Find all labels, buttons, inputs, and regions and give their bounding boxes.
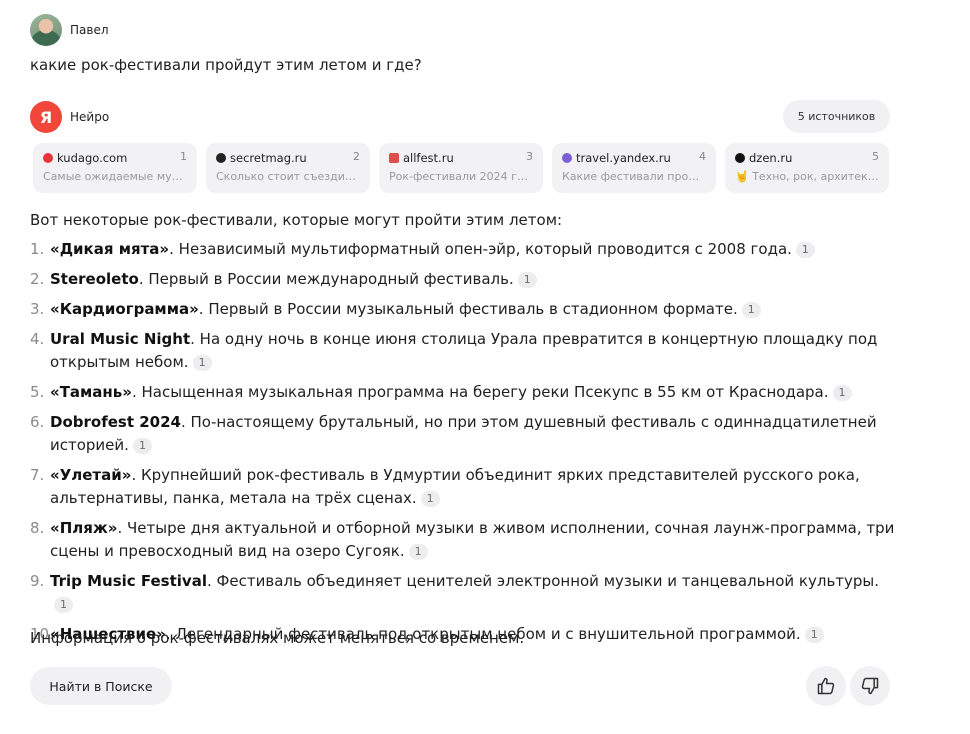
item-text: . Крупнейший рок-фестиваль в Удмуртии об… xyxy=(50,466,860,507)
dislike-button[interactable] xyxy=(850,666,890,706)
item-number: 7. xyxy=(30,466,45,484)
dzen-favicon-icon xyxy=(735,153,745,163)
bot-name: Нейро xyxy=(70,110,110,124)
item-title: «Дикая мята» xyxy=(50,240,170,258)
citation-badge[interactable]: 1 xyxy=(832,385,852,401)
item-title: «Тамань» xyxy=(50,383,132,401)
thumbs-down-icon xyxy=(861,677,879,695)
list-item: 5. «Тамань». Насыщенная музыкальная прогр… xyxy=(30,381,900,404)
item-text: . Фестиваль объединяет ценителей электро… xyxy=(206,572,880,590)
neuro-logo-icon: Я xyxy=(30,101,62,133)
sources-count-button[interactable]: 5 источников xyxy=(783,100,890,133)
item-title: «Пляж» xyxy=(50,519,118,537)
citation-badge[interactable]: 1 xyxy=(741,302,761,318)
item-text: . Насыщенная музыкальная программа на бе… xyxy=(131,383,829,401)
list-item: 1. «Дикая мята». Независимый мультиформат… xyxy=(30,238,900,261)
source-site: dzen.ru xyxy=(749,151,793,165)
citation-badge[interactable]: 1 xyxy=(795,242,815,258)
source-description: Рок-фестивали 2024 года в России xyxy=(389,170,533,183)
item-number: 6. xyxy=(30,413,45,431)
list-item: 3. «Кардиограмма». Первый в России музыка… xyxy=(30,298,900,321)
source-number: 1 xyxy=(180,150,187,163)
item-number: 9. xyxy=(30,572,45,590)
source-card[interactable]: travel.yandex.ru 4 Какие фестивали пройд… xyxy=(552,143,716,193)
item-number: 4. xyxy=(30,330,45,348)
user-question: какие рок-фестивали пройдут этим летом и… xyxy=(30,56,422,74)
allfest-favicon-icon xyxy=(389,153,399,163)
item-text: . Независимый мультиформатный опен-эйр, … xyxy=(169,240,792,258)
source-card[interactable]: kudago.com 1 Самые ожидаемые музыкальные… xyxy=(33,143,197,193)
festival-list: 1. «Дикая мята». Независимый мультиформат… xyxy=(30,238,900,653)
citation-badge[interactable]: 1 xyxy=(132,438,152,454)
citation-badge[interactable]: 1 xyxy=(420,491,440,507)
item-number: 1. xyxy=(30,240,45,258)
list-item: 2. Stereoleto. Первый в России международ… xyxy=(30,268,900,291)
user-header: Павел xyxy=(30,14,109,46)
item-number: 8. xyxy=(30,519,45,537)
item-title: Ural Music Night xyxy=(50,330,191,348)
source-description: Какие фестивали пройдут этим летом xyxy=(562,170,706,183)
list-item: 6. Dobrofest 2024. По-настоящему брутальн… xyxy=(30,411,900,457)
item-number: 5. xyxy=(30,383,45,401)
item-title: Trip Music Festival xyxy=(50,572,207,590)
source-number: 2 xyxy=(353,150,360,163)
item-title: «Кардиограмма» xyxy=(50,300,199,318)
source-description: 🤘 Техно, рок, архитектура xyxy=(735,170,879,183)
source-site: travel.yandex.ru xyxy=(576,151,671,165)
list-item: 8. «Пляж». Четыре дня актуальной и отборн… xyxy=(30,517,900,563)
source-number: 4 xyxy=(699,150,706,163)
like-button[interactable] xyxy=(806,666,846,706)
item-title: «Улетай» xyxy=(50,466,132,484)
citation-badge[interactable]: 1 xyxy=(192,355,212,371)
kudago-favicon-icon xyxy=(43,153,53,163)
item-title: Stereoleto xyxy=(50,270,139,288)
sources-list: kudago.com 1 Самые ожидаемые музыкальные… xyxy=(33,143,889,193)
citation-badge[interactable]: 1 xyxy=(408,544,428,560)
item-text: . Первый в России музыкальный фестиваль … xyxy=(198,300,738,318)
list-item: 9. Trip Music Festival. Фестиваль объедин… xyxy=(30,570,900,616)
source-card[interactable]: allfest.ru 3 Рок-фестивали 2024 года в Р… xyxy=(379,143,543,193)
item-number: 2. xyxy=(30,270,45,288)
list-item: 7. «Улетай». Крупнейший рок-фестиваль в У… xyxy=(30,464,900,510)
secretmag-favicon-icon xyxy=(216,153,226,163)
list-item: 4. Ural Music Night. На одну ночь в конце… xyxy=(30,328,900,374)
source-number: 5 xyxy=(872,150,879,163)
answer-outro: Информация о рок-фестивалях может менять… xyxy=(30,629,525,647)
item-text: . Четыре дня актуальной и отборной музык… xyxy=(50,519,895,560)
citation-badge[interactable]: 1 xyxy=(54,597,73,613)
item-text: . Первый в России международный фестивал… xyxy=(138,270,514,288)
item-title: Dobrofest 2024 xyxy=(50,413,181,431)
source-card[interactable]: secretmag.ru 2 Сколько стоит съездить на… xyxy=(206,143,370,193)
source-description: Сколько стоит съездить на фестиваль xyxy=(216,170,360,183)
source-site: secretmag.ru xyxy=(230,151,307,165)
bot-header: Я Нейро xyxy=(30,101,109,133)
item-number: 3. xyxy=(30,300,45,318)
citation-badge[interactable]: 1 xyxy=(517,272,537,288)
source-description: Самые ожидаемые музыкальные фестивали ле… xyxy=(43,170,187,183)
thumbs-up-icon xyxy=(817,677,835,695)
source-site: kudago.com xyxy=(57,151,128,165)
user-name: Павел xyxy=(70,23,109,37)
travel-yandex-favicon-icon xyxy=(562,153,572,163)
source-site: allfest.ru xyxy=(403,151,454,165)
source-number: 3 xyxy=(526,150,533,163)
answer-intro: Вот некоторые рок-фестивали, которые мог… xyxy=(30,211,563,229)
avatar[interactable] xyxy=(30,14,62,46)
find-in-search-button[interactable]: Найти в Поиске xyxy=(30,667,172,705)
citation-badge[interactable]: 1 xyxy=(804,627,824,643)
source-card[interactable]: dzen.ru 5 🤘 Техно, рок, архитектура xyxy=(725,143,889,193)
